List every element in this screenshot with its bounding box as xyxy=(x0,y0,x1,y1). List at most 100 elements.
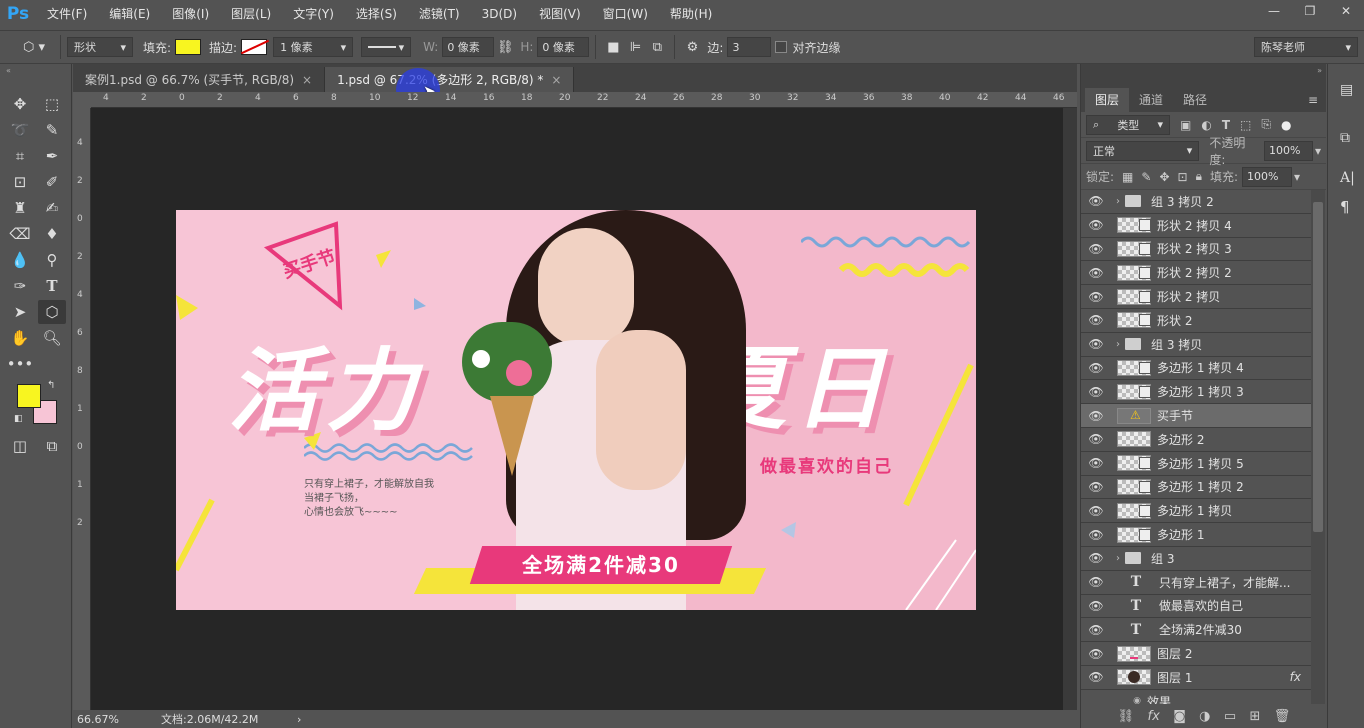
move-tool-icon[interactable]: ✥ xyxy=(6,92,34,116)
menu-item[interactable]: 视图(V) xyxy=(528,0,592,28)
menu-item[interactable]: 3D(D) xyxy=(471,0,528,28)
layer-row[interactable]: 👁︎ T 做最喜欢的自己 xyxy=(1081,595,1311,619)
chevron-right-icon[interactable]: › xyxy=(1111,339,1125,350)
visibility-eye-icon[interactable]: 👁︎ xyxy=(1081,504,1111,518)
close-icon[interactable]: × xyxy=(551,73,561,87)
marquee-tool-icon[interactable]: ⬚ xyxy=(38,92,66,116)
lock-pixels-icon[interactable]: ✎ xyxy=(1141,170,1151,184)
menu-item[interactable]: 帮助(H) xyxy=(659,0,723,28)
tab-paths[interactable]: 路径 xyxy=(1173,88,1217,112)
layer-row[interactable]: 👁︎ 形状 2 拷贝 3 xyxy=(1081,238,1311,262)
menu-item[interactable]: 窗口(W) xyxy=(592,0,659,28)
visibility-eye-icon[interactable]: 👁︎ xyxy=(1081,290,1111,304)
polygon-tool-preset-icon[interactable]: ⬡ ▾ xyxy=(14,36,54,58)
collapse-panel-icon[interactable]: « xyxy=(6,66,11,75)
minimize-button[interactable]: — xyxy=(1256,0,1292,22)
link-layers-icon[interactable]: ⛓ xyxy=(1118,709,1135,724)
layer-row[interactable]: 👁︎ 形状 2 拷贝 2 xyxy=(1081,261,1311,286)
layer-row[interactable]: 👁︎ ⚠ 买手节 xyxy=(1081,404,1311,428)
layer-effects-badge[interactable]: fx xyxy=(1290,670,1301,684)
menu-item[interactable]: 编辑(E) xyxy=(98,0,161,28)
shape-filter-icon[interactable]: ⬚ xyxy=(1240,118,1251,132)
character-panel-icon[interactable]: A| xyxy=(1340,170,1355,186)
tab-document-1[interactable]: 案例1.psd @ 66.7% (买手节, RGB/8) × xyxy=(73,67,326,92)
history-brush-tool-icon[interactable]: ✍ xyxy=(38,196,66,220)
lock-artboard-icon[interactable]: ⊡ xyxy=(1178,170,1188,184)
pixel-filter-icon[interactable]: ▣ xyxy=(1180,118,1191,132)
visibility-eye-icon[interactable]: 👁︎ xyxy=(1081,242,1111,256)
layer-row[interactable]: 👁︎ 图层 1 fx xyxy=(1081,666,1311,690)
vertical-ruler[interactable]: 42024681012 xyxy=(73,108,91,710)
fill-input[interactable]: 100% xyxy=(1242,166,1293,187)
visibility-eye-icon[interactable]: 👁︎ xyxy=(1081,337,1111,351)
scroll-thumb[interactable] xyxy=(1313,202,1323,532)
link-icon[interactable]: ⛓ xyxy=(494,36,516,58)
banner-artwork[interactable]: 活力 夏日 买手节 做最喜欢的自己 只有穿上裙子，才能解放自我 当裙子飞扬， 心… xyxy=(176,210,976,610)
crop-tool-icon[interactable]: ⌗ xyxy=(6,144,34,168)
layer-row[interactable]: 👁︎ 形状 2 拷贝 4 xyxy=(1081,214,1311,238)
pen-tool-icon[interactable]: ✑ xyxy=(6,274,34,298)
visibility-eye-icon[interactable]: 👁︎ xyxy=(1081,385,1111,399)
layer-list-scrollbar[interactable] xyxy=(1311,190,1325,704)
layer-row[interactable]: 👁︎ 多边形 1 xyxy=(1081,523,1311,547)
tab-document-2[interactable]: 1.psd @ 67.2% (多边形 2, RGB/8) * × xyxy=(325,67,575,92)
new-layer-icon[interactable]: ⊞ xyxy=(1250,709,1261,724)
type-filter-icon[interactable]: T xyxy=(1222,118,1230,132)
blur-tool-icon[interactable]: 💧 xyxy=(6,248,34,272)
visibility-eye-icon[interactable]: 👁︎ xyxy=(1081,480,1111,494)
lock-transparent-icon[interactable]: ▦ xyxy=(1122,170,1133,184)
visibility-eye-icon[interactable]: 👁︎ xyxy=(1081,623,1111,637)
menu-item[interactable]: 图像(I) xyxy=(161,0,220,28)
dodge-tool-icon[interactable]: ⚲ xyxy=(38,248,66,272)
zoom-level[interactable]: 66.67% xyxy=(77,713,157,726)
filter-toggle-icon[interactable]: ● xyxy=(1281,118,1291,132)
shape-mode-select[interactable]: 形状 ▾ xyxy=(67,37,133,57)
align-edges-checkbox[interactable] xyxy=(775,41,788,53)
layer-filter-select[interactable]: ⌕ 类型 ▾ xyxy=(1086,114,1170,135)
visibility-eye-icon[interactable]: 👁︎ xyxy=(1081,528,1111,542)
chevron-down-icon[interactable]: ▾ xyxy=(1315,144,1321,158)
tab-channels[interactable]: 通道 xyxy=(1129,88,1173,112)
layer-row[interactable]: 👁︎ 多边形 1 拷贝 3 xyxy=(1081,380,1311,405)
smart-object-filter-icon[interactable]: ⎘ xyxy=(1261,117,1271,132)
visibility-eye-icon[interactable]: 👁︎ xyxy=(1081,647,1111,661)
restore-button[interactable]: ❐ xyxy=(1292,0,1328,22)
layer-row[interactable]: 👁︎ › 组 3 拷贝 xyxy=(1081,333,1311,357)
menu-item[interactable]: 滤镜(T) xyxy=(408,0,471,28)
layer-style-icon[interactable]: fx xyxy=(1148,709,1160,724)
visibility-eye-icon[interactable]: 👁︎ xyxy=(1081,313,1111,327)
adjustment-filter-icon[interactable]: ◐ xyxy=(1201,118,1211,132)
menu-item[interactable]: 文件(F) xyxy=(36,0,98,28)
path-arrangement-icon[interactable]: ⧉ xyxy=(646,36,668,58)
path-selection-tool-icon[interactable]: ➤ xyxy=(6,300,34,324)
hand-tool-icon[interactable]: ✋ xyxy=(6,326,34,350)
horizontal-ruler[interactable]: 4 2 0 2 4 6 8 10 12 14 16 18 20 22 24 26 28 30 32 34 36 38 40 4… xyxy=(91,92,1077,108)
status-menu-arrow-icon[interactable]: › xyxy=(297,713,301,726)
foreground-color-swatch[interactable] xyxy=(17,384,41,408)
stroke-type-select[interactable]: ▾ xyxy=(361,37,412,57)
canvas-scrollbar[interactable] xyxy=(1063,108,1077,710)
sides-input[interactable]: 3 xyxy=(727,37,772,57)
close-button[interactable]: ✕ xyxy=(1328,0,1364,22)
more-tools-icon[interactable]: ••• xyxy=(6,352,34,376)
adjustment-layer-icon[interactable]: ◑ xyxy=(1199,709,1210,724)
layer-row[interactable]: 👁︎ 图层 2 xyxy=(1081,642,1311,666)
visibility-eye-icon[interactable]: 👁︎ xyxy=(1081,599,1111,613)
quick-mask-icon[interactable]: ◫ xyxy=(6,434,34,458)
clone-stamp-tool-icon[interactable]: ♜ xyxy=(6,196,34,220)
polygon-tool-icon[interactable]: ⬡ xyxy=(38,300,66,324)
opacity-input[interactable]: 100% xyxy=(1264,140,1313,161)
layer-row[interactable]: 👁︎ 形状 2 拷贝 xyxy=(1081,285,1311,309)
layer-row[interactable]: 👁︎ › 组 3 xyxy=(1081,547,1311,571)
width-input[interactable]: 0 像素 xyxy=(442,37,495,57)
visibility-eye-icon[interactable]: 👁︎ xyxy=(1081,266,1111,280)
paint-bucket-tool-icon[interactable]: ♦ xyxy=(38,222,66,246)
close-icon[interactable]: × xyxy=(302,73,312,87)
eraser-tool-icon[interactable]: ⌫ xyxy=(6,222,34,246)
zoom-tool-icon[interactable]: 🔍︎ xyxy=(38,326,66,350)
lock-all-icon[interactable]: 🔒︎ xyxy=(1196,169,1202,184)
panel-menu-icon[interactable]: ≡ xyxy=(1308,88,1318,112)
layer-row[interactable]: 👁︎ 形状 2 xyxy=(1081,309,1311,333)
layer-row[interactable]: 👁︎ › 组 3 拷贝 2 xyxy=(1081,190,1311,214)
layer-row[interactable]: 👁︎ T 只有穿上裙子，才能解... xyxy=(1081,571,1311,595)
